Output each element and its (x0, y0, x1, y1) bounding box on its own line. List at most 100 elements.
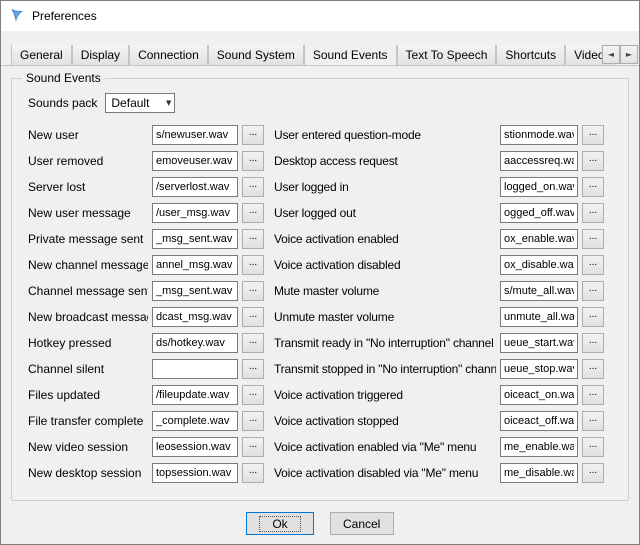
tab-shortcuts[interactable]: Shortcuts (496, 45, 565, 65)
sound-event-row: User logged in... (274, 177, 610, 197)
browse-button[interactable]: ... (582, 359, 604, 379)
browse-button[interactable]: ... (582, 411, 604, 431)
sound-file-input[interactable] (500, 307, 578, 327)
sound-event-row: New user message... (28, 203, 264, 223)
tab-general[interactable]: General (11, 45, 72, 65)
app-icon (9, 8, 25, 24)
tab-display[interactable]: Display (72, 45, 129, 65)
sound-event-label: Voice activation stopped (274, 414, 496, 428)
sound-file-input[interactable] (152, 385, 238, 405)
browse-button[interactable]: ... (582, 437, 604, 457)
sound-file-input[interactable] (500, 255, 578, 275)
sound-file-input[interactable] (500, 203, 578, 223)
browse-button[interactable]: ... (582, 307, 604, 327)
dialog-button-row: Ok Cancel (1, 512, 639, 535)
sound-file-input[interactable] (152, 151, 238, 171)
sound-file-input[interactable] (152, 229, 238, 249)
sound-file-input[interactable] (500, 411, 578, 431)
sound-event-row: Voice activation stopped... (274, 411, 610, 431)
browse-button[interactable]: ... (242, 125, 264, 145)
sound-event-row: Transmit ready in "No interruption" chan… (274, 333, 610, 353)
sounds-pack-select[interactable]: Default ▼ (105, 93, 175, 113)
browse-button[interactable]: ... (582, 203, 604, 223)
sounds-pack-value: Default (111, 96, 149, 110)
sound-event-row: Files updated... (28, 385, 264, 405)
browse-button[interactable]: ... (582, 385, 604, 405)
browse-button[interactable]: ... (582, 229, 604, 249)
sound-file-input[interactable] (500, 359, 578, 379)
sound-events-pane: Sound Events Sounds pack Default ▼ New u… (1, 66, 639, 535)
sound-event-label: Files updated (28, 388, 148, 402)
tab-scroll-left-button[interactable]: ◄ (602, 45, 620, 64)
browse-button[interactable]: ... (242, 359, 264, 379)
sound-event-row: Voice activation disabled... (274, 255, 610, 275)
browse-button[interactable]: ... (242, 203, 264, 223)
sound-event-label: Desktop access request (274, 154, 496, 168)
sound-file-input[interactable] (500, 437, 578, 457)
browse-button[interactable]: ... (582, 151, 604, 171)
browse-button[interactable]: ... (242, 229, 264, 249)
browse-button[interactable]: ... (582, 281, 604, 301)
sound-file-input[interactable] (500, 151, 578, 171)
sound-events-columns: New user...User removed...Server lost...… (28, 125, 628, 489)
browse-button[interactable]: ... (242, 281, 264, 301)
browse-button[interactable]: ... (242, 463, 264, 483)
sound-file-input[interactable] (152, 463, 238, 483)
browse-button[interactable]: ... (242, 255, 264, 275)
sound-file-input[interactable] (152, 255, 238, 275)
sound-event-label: Voice activation enabled (274, 232, 496, 246)
sound-file-input[interactable] (500, 333, 578, 353)
ok-button[interactable]: Ok (246, 512, 313, 535)
browse-button[interactable]: ... (582, 333, 604, 353)
browse-button[interactable]: ... (242, 385, 264, 405)
tab-connection[interactable]: Connection (129, 45, 208, 65)
sound-file-input[interactable] (152, 203, 238, 223)
sound-event-row: Transmit stopped in "No interruption" ch… (274, 359, 610, 379)
sound-file-input[interactable] (500, 125, 578, 145)
tab-text-to-speech[interactable]: Text To Speech (397, 45, 497, 65)
sound-file-input[interactable] (152, 307, 238, 327)
sound-file-input[interactable] (152, 281, 238, 301)
sound-event-row: New video session... (28, 437, 264, 457)
sound-file-input[interactable] (500, 229, 578, 249)
browse-button[interactable]: ... (242, 177, 264, 197)
sound-file-input[interactable] (152, 359, 238, 379)
sound-event-row: Server lost... (28, 177, 264, 197)
preferences-window: Preferences GeneralDisplayConnectionSoun… (0, 0, 640, 545)
browse-button[interactable]: ... (582, 255, 604, 275)
browse-button[interactable]: ... (242, 307, 264, 327)
sound-event-row: Channel message sent... (28, 281, 264, 301)
sound-event-label: Channel message sent (28, 284, 148, 298)
browse-button[interactable]: ... (242, 333, 264, 353)
sound-event-label: Private message sent (28, 232, 148, 246)
sound-event-row: Voice activation enabled via "Me" menu..… (274, 437, 610, 457)
sound-file-input[interactable] (500, 177, 578, 197)
browse-button[interactable]: ... (582, 177, 604, 197)
sound-file-input[interactable] (152, 437, 238, 457)
tab-sound-events[interactable]: Sound Events (304, 45, 397, 66)
browse-button[interactable]: ... (242, 411, 264, 431)
sound-event-label: New desktop session (28, 466, 148, 480)
sound-event-label: Voice activation disabled (274, 258, 496, 272)
title-bar[interactable]: Preferences (1, 1, 639, 31)
tab-sound-system[interactable]: Sound System (208, 45, 304, 65)
sound-file-input[interactable] (152, 125, 238, 145)
sound-file-input[interactable] (500, 463, 578, 483)
sound-event-row: Mute master volume... (274, 281, 610, 301)
sound-file-input[interactable] (152, 411, 238, 431)
sound-file-input[interactable] (152, 177, 238, 197)
tab-bar: GeneralDisplayConnectionSound SystemSoun… (1, 45, 639, 66)
sound-event-label: New user message (28, 206, 148, 220)
tab-scroll-right-button[interactable]: ► (620, 45, 638, 64)
sound-event-label: User entered question-mode (274, 128, 496, 142)
sound-event-label: Transmit ready in "No interruption" chan… (274, 336, 496, 350)
browse-button[interactable]: ... (242, 151, 264, 171)
browse-button[interactable]: ... (242, 437, 264, 457)
browse-button[interactable]: ... (582, 125, 604, 145)
sound-file-input[interactable] (152, 333, 238, 353)
cancel-button[interactable]: Cancel (330, 512, 394, 535)
sound-file-input[interactable] (500, 385, 578, 405)
browse-button[interactable]: ... (582, 463, 604, 483)
sound-event-label: Server lost (28, 180, 148, 194)
sound-file-input[interactable] (500, 281, 578, 301)
